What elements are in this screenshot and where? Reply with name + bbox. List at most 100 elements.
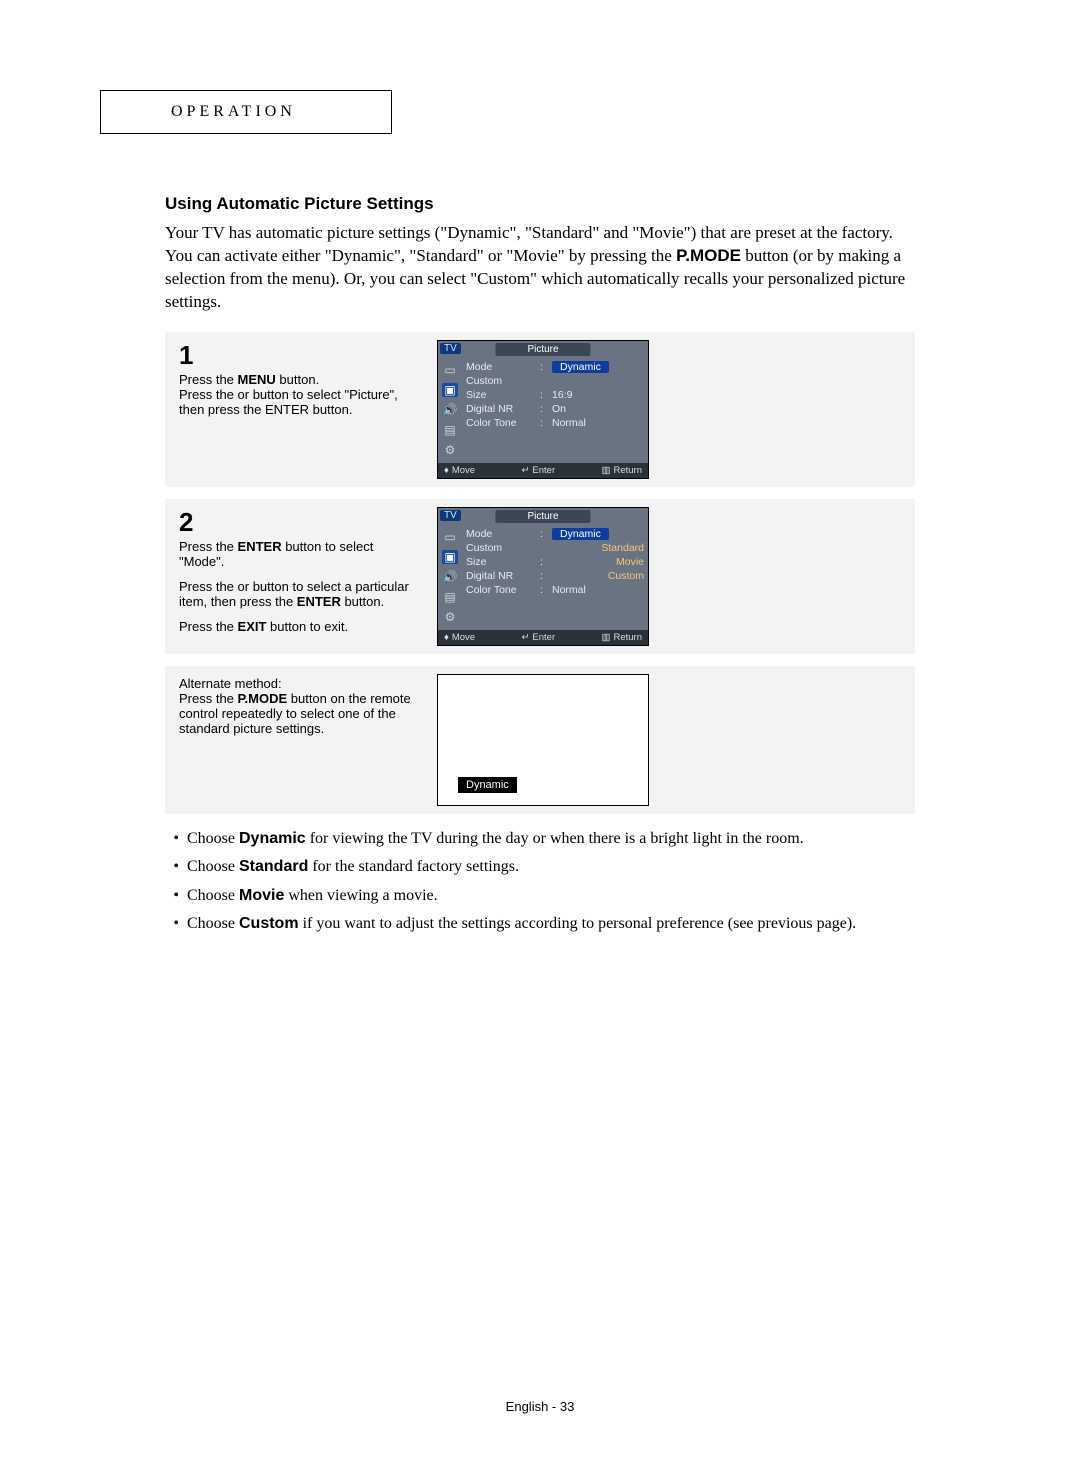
- step2-p3: Press the EXIT button to exit.: [179, 619, 419, 634]
- b2a: Choose: [187, 858, 239, 875]
- s2p2c: button.: [341, 594, 384, 609]
- osd1-mode-v: Dynamic: [552, 361, 609, 373]
- mode-descriptions: •Choose Dynamic for viewing the TV durin…: [165, 828, 915, 936]
- steps-container: 1 Press the MENU button. Press the or bu…: [165, 332, 915, 814]
- bullet-custom: •Choose Custom if you want to adjust the…: [165, 913, 915, 935]
- b1a: Choose: [187, 830, 239, 847]
- osd2-opt-movie: Movie: [552, 556, 644, 568]
- osd1-return-l: Return: [613, 465, 642, 476]
- page: OPERATION Using Automatic Picture Settin…: [0, 0, 1080, 1474]
- step-3-osd-wrap: Dynamic: [429, 666, 915, 814]
- s3p2b: P.MODE: [238, 691, 288, 706]
- bullet-movie: •Choose Movie when viewing a movie.: [165, 885, 915, 907]
- step-1-line2: Press the or button to select "Picture",…: [179, 387, 419, 417]
- step1-t2: button.: [276, 372, 319, 387]
- section-tab-label: OPERATION: [171, 103, 296, 120]
- osd2-sidebar-icons: ▭ ▣ 🔊 ▤ ⚙: [440, 528, 460, 624]
- step-1-line1: Press the MENU button.: [179, 372, 419, 387]
- pmode-badge: Dynamic: [458, 777, 517, 793]
- b1c: for viewing the TV during the day or whe…: [306, 830, 804, 847]
- b4b: Custom: [239, 915, 299, 932]
- step1-menu: MENU: [238, 372, 276, 387]
- osd1-list: Mode:Dynamic Custom Size:16:9 Digital NR…: [466, 361, 644, 457]
- osd1-ct-l: Color Tone: [466, 417, 534, 429]
- step3-p2: Press the P.MODE button on the remote co…: [179, 691, 419, 736]
- step2-p2: Press the or button to select a particul…: [179, 579, 419, 609]
- setup-icon: ⚙: [442, 610, 458, 624]
- picture-icon: ▣: [442, 550, 458, 564]
- step-2-number: 2: [179, 509, 419, 535]
- osd2-tv-badge: TV: [440, 510, 461, 521]
- b4c: if you want to adjust the settings accor…: [299, 915, 857, 932]
- step-1-text: 1 Press the MENU button. Press the or bu…: [165, 332, 429, 487]
- input-icon: ▭: [442, 363, 458, 377]
- osd2-list: Mode:Dynamic CustomStandard Size:Movie D…: [466, 528, 644, 624]
- osd1-size-l: Size: [466, 389, 534, 401]
- b3a: Choose: [187, 887, 239, 904]
- s2p3a: Press the: [179, 619, 238, 634]
- step-3-text: Alternate method: Press the P.MODE butto…: [165, 666, 429, 814]
- step-1: 1 Press the MENU button. Press the or bu…: [165, 332, 915, 487]
- osd1-dnr-l: Digital NR: [466, 403, 534, 415]
- b1b: Dynamic: [239, 830, 306, 847]
- osd2-opt-standard: Standard: [552, 542, 644, 554]
- step1-t1: Press the: [179, 372, 238, 387]
- osd2-move-l: Move: [452, 632, 475, 643]
- b3c: when viewing a movie.: [284, 887, 437, 904]
- osd1-return: ▥ Return: [602, 465, 643, 476]
- s2p1b: ENTER: [238, 539, 282, 554]
- s2p3b: EXIT: [238, 619, 267, 634]
- osd1-sidebar-icons: ▭ ▣ 🔊 ▤ ⚙: [440, 361, 460, 457]
- osd1-title: Picture: [495, 343, 590, 356]
- osd2-ct-l: Color Tone: [466, 584, 534, 596]
- osd1-ct-v: Normal: [552, 417, 644, 429]
- osd2-size-l: Size: [466, 556, 534, 568]
- osd1-tv-badge: TV: [440, 343, 461, 354]
- osd1-dnr-v: On: [552, 403, 644, 415]
- step-2-osd-wrap: TV Picture ▭ ▣ 🔊 ▤ ⚙ Mode:Dynamic: [429, 499, 915, 654]
- osd1-footer: ♦ Move ↵ Enter ▥ Return: [438, 463, 648, 478]
- osd2-return-l: Return: [613, 632, 642, 643]
- osd2-ct-v: Normal: [552, 584, 644, 596]
- osd2-dnr-l: Digital NR: [466, 570, 534, 582]
- osd2-enter: ↵ Enter: [521, 632, 555, 643]
- section-title: Using Automatic Picture Settings: [165, 194, 915, 214]
- step-2-text: 2 Press the ENTER button to select "Mode…: [165, 499, 429, 654]
- b2b: Standard: [239, 858, 308, 875]
- input-icon: ▭: [442, 530, 458, 544]
- channel-icon: ▤: [442, 423, 458, 437]
- bullet-standard: •Choose Standard for the standard factor…: [165, 856, 915, 878]
- b4a: Choose: [187, 915, 239, 932]
- setup-icon: ⚙: [442, 443, 458, 457]
- osd2-custom-l: Custom: [466, 542, 534, 554]
- step-3: Alternate method: Press the P.MODE butto…: [165, 666, 915, 814]
- osd1-move-l: Move: [452, 465, 475, 476]
- osd1-enter-l: Enter: [532, 465, 555, 476]
- s2p3c: button to exit.: [266, 619, 348, 634]
- s2p2b: ENTER: [297, 594, 341, 609]
- osd1-size-v: 16:9: [552, 389, 644, 401]
- osd2-footer: ♦ Move ↵ Enter ▥ Return: [438, 630, 648, 645]
- step3-p1: Alternate method:: [179, 676, 419, 691]
- sound-icon: 🔊: [442, 403, 458, 417]
- step2-p1: Press the ENTER button to select "Mode".: [179, 539, 419, 569]
- osd1-mode-l: Mode: [466, 361, 534, 373]
- b3b: Movie: [239, 887, 284, 904]
- intro-pmode: P.MODE: [676, 246, 741, 265]
- step-1-number: 1: [179, 342, 419, 368]
- osd2-opt-custom: Custom: [552, 570, 644, 582]
- osd1-custom-l: Custom: [466, 375, 534, 387]
- picture-icon: ▣: [442, 383, 458, 397]
- osd2-title: Picture: [495, 510, 590, 523]
- osd2-return: ▥ Return: [602, 632, 643, 643]
- osd1-enter: ↵ Enter: [521, 465, 555, 476]
- osd2-opt-dynamic: Dynamic: [552, 528, 609, 540]
- step-2: 2 Press the ENTER button to select "Mode…: [165, 499, 915, 654]
- sound-icon: 🔊: [442, 570, 458, 584]
- s3p2a: Press the: [179, 691, 238, 706]
- osd2-enter-l: Enter: [532, 632, 555, 643]
- osd2-mode-l: Mode: [466, 528, 534, 540]
- bullet-dynamic: •Choose Dynamic for viewing the TV durin…: [165, 828, 915, 850]
- osd1-move: ♦ Move: [444, 465, 475, 476]
- osd2-move: ♦ Move: [444, 632, 475, 643]
